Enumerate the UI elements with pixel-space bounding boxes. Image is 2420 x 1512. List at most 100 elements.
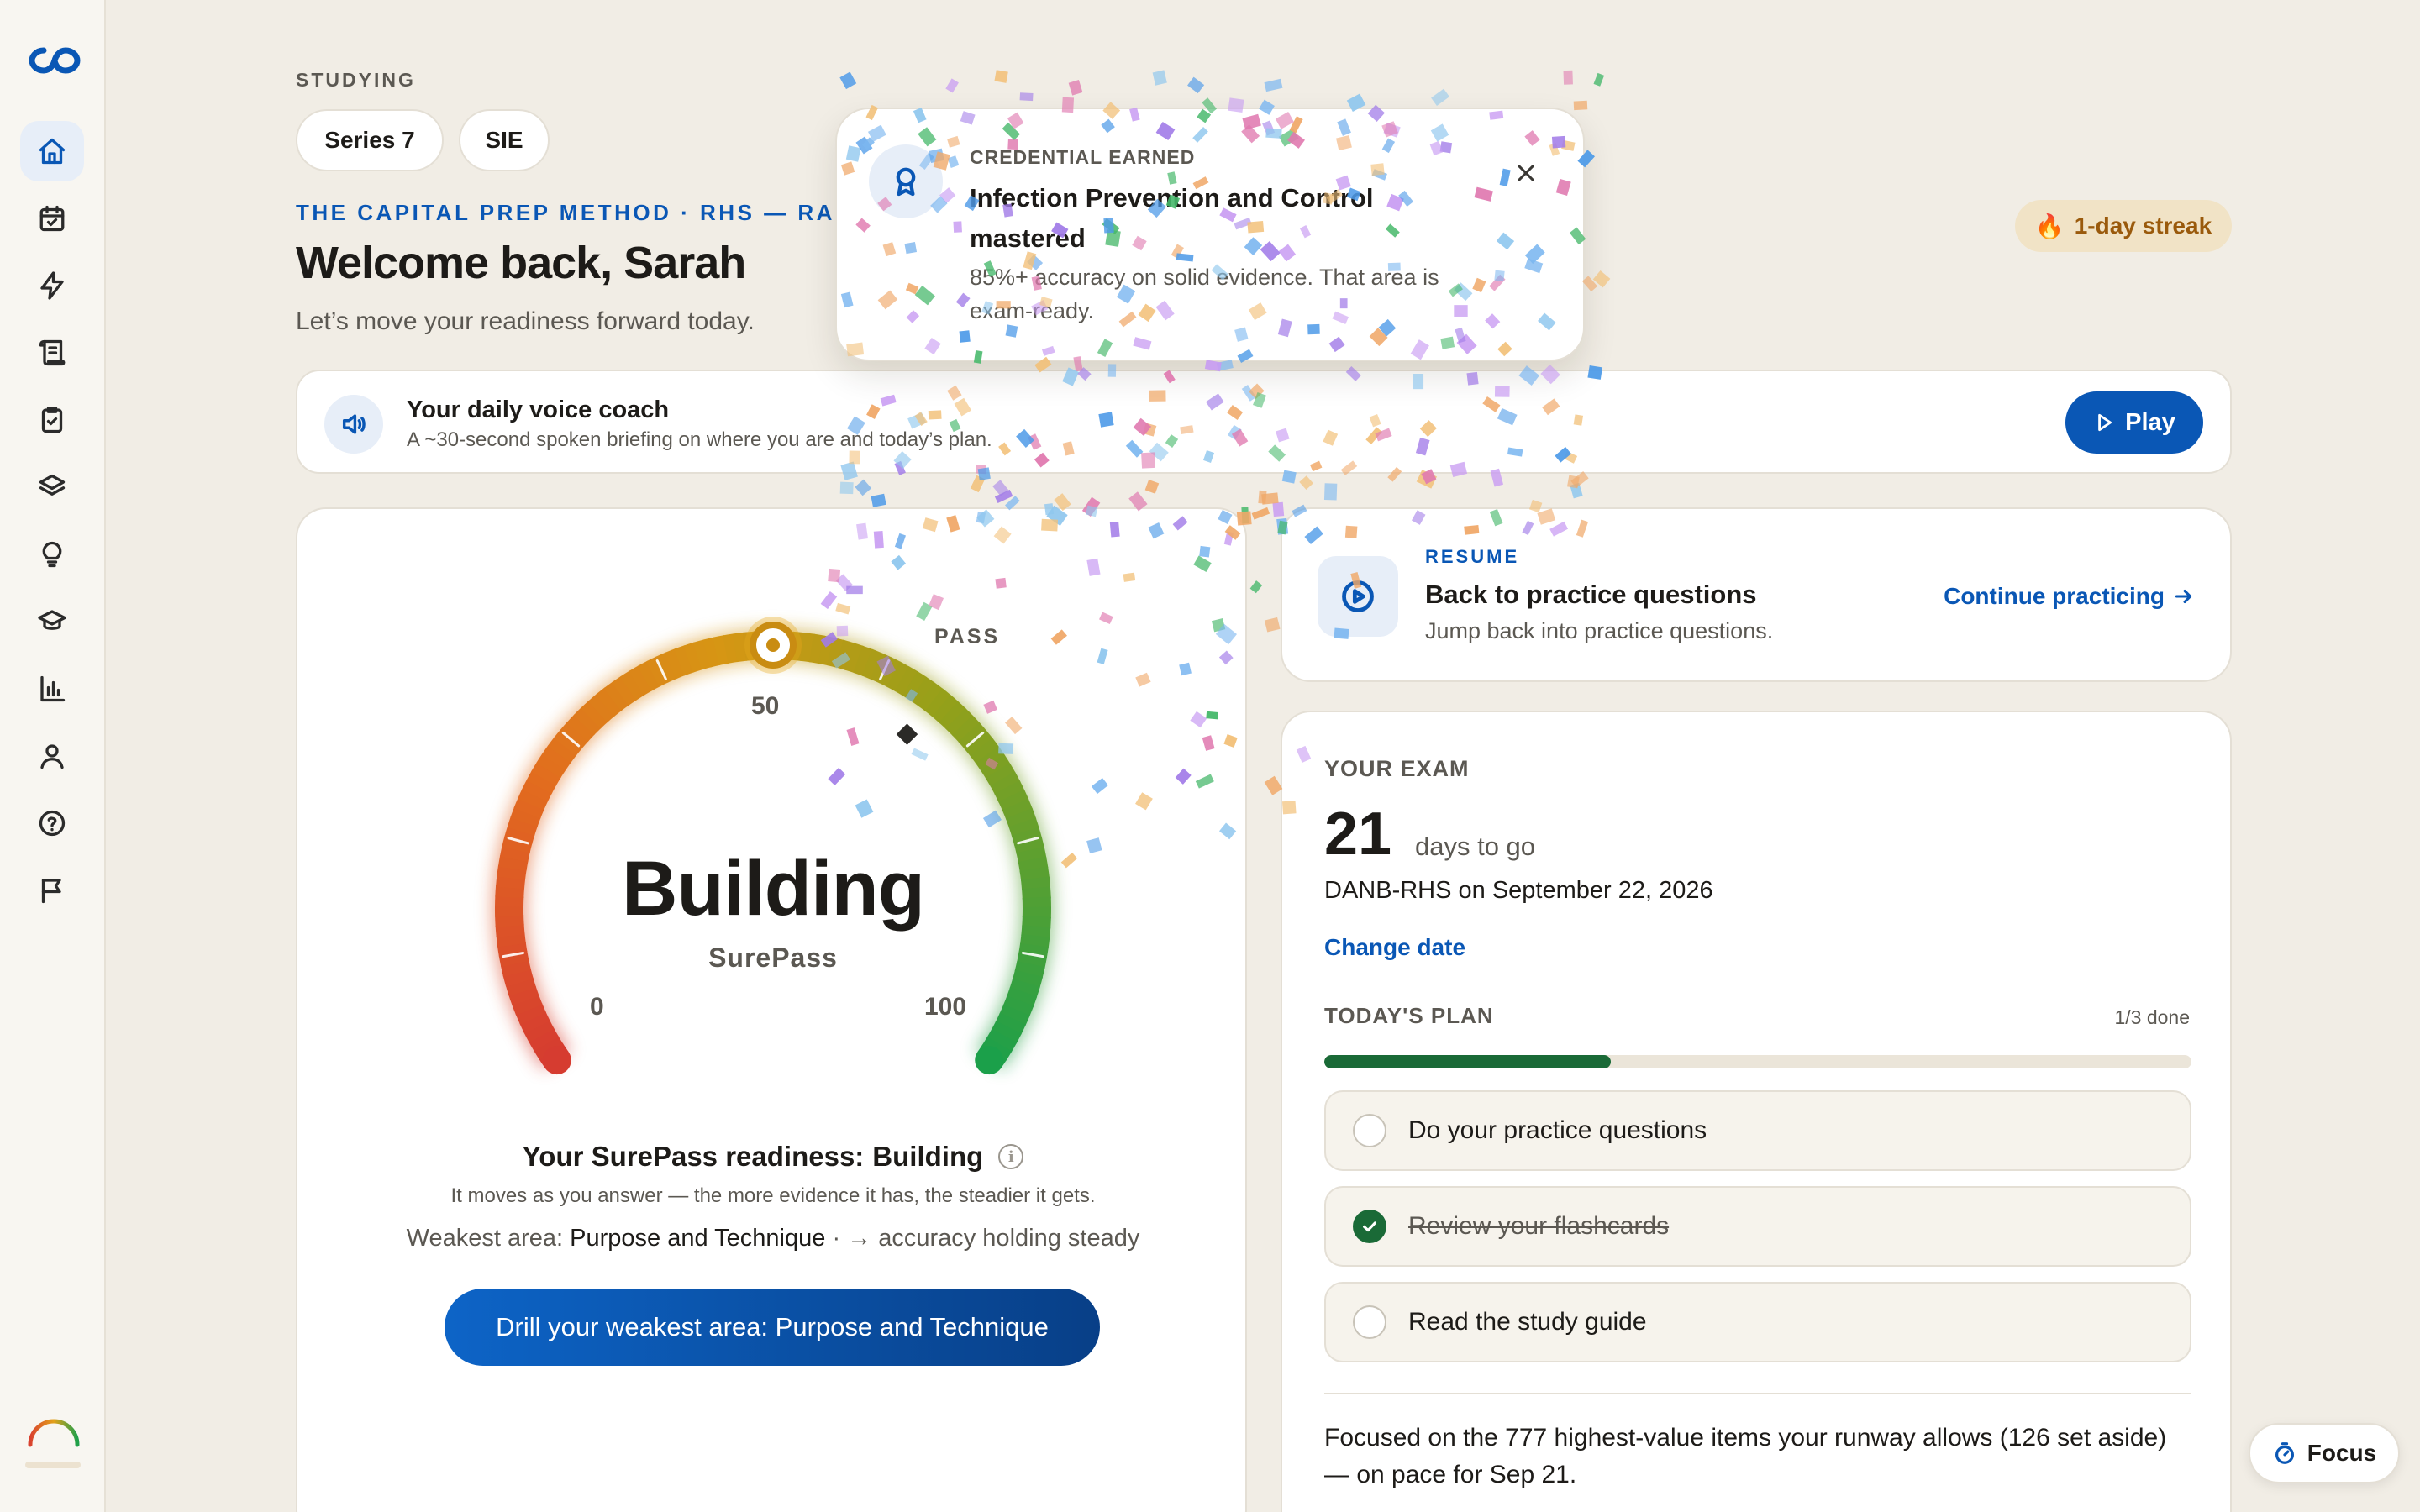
change-date-link[interactable]: Change date [1324,934,1465,961]
resume-title: Back to practice questions [1425,580,1757,609]
gauge-arc-segment [932,694,960,724]
user-icon [40,744,64,769]
gauge-arc-segment [683,642,703,673]
play-label: Play [2125,408,2175,436]
play-circle-icon [1318,556,1398,637]
streak-label: 1-day streak [2074,213,2212,239]
gauge-arc-segment [665,648,686,680]
gauge-arc-segment [990,771,1021,795]
gauge-arc-segment [518,788,549,811]
gauge-arc-segment [581,700,608,729]
plan-progress-bar [1324,1055,2191,1068]
gauge-arc-segment [505,977,537,997]
gauge-mid-label: 50 [751,692,780,720]
readiness-hint: It moves as you answer — the more eviden… [450,1184,1096,1207]
graduation-cap-icon [38,610,66,630]
drill-weakest-area-button[interactable]: Drill your weakest area: Purpose and Tec… [445,1289,1100,1366]
confetti-piece [1264,617,1281,633]
confetti-piece [994,70,1008,83]
gauge-max-label: 100 [924,993,967,1021]
gauge-arc-segment [986,1028,1018,1053]
resume-card[interactable]: RESUME Back to practice questions Jump b… [1281,507,2232,682]
play-icon [2098,413,2112,432]
sidebar-item-study-guide[interactable] [20,323,84,383]
plan-task[interactable]: Do your practice questions [1324,1090,2191,1171]
gauge-arc-segment [1012,969,1043,989]
gauge-arc-segment [980,754,1011,780]
streak-badge: 🔥 1-day streak [2015,200,2232,252]
confetti-piece [1272,501,1285,517]
sidebar-item-tips[interactable] [20,524,84,585]
focus-button[interactable]: Focus [2249,1423,2400,1483]
gauge-arc-segment [508,985,539,1006]
exam-card: YOUR EXAM 21 days to go DANB-RHS on Sept… [1281,711,2232,1512]
task-label: Do your practice questions [1408,1116,1707,1144]
gauge-arc-segment [985,763,1016,787]
plan-task[interactable]: Read the study guide [1324,1282,2191,1362]
resume-description: Jump back into practice questions. [1425,618,1774,643]
app-logo[interactable] [29,44,81,77]
sidebar-item-courses[interactable] [20,591,84,652]
sidebar-item-help[interactable] [20,793,84,853]
sidebar-item-analytics[interactable] [20,659,84,719]
confetti-piece [1573,100,1588,111]
focus-label: Focus [2307,1440,2377,1466]
continue-practicing-link[interactable]: Continue practicing [1944,583,2195,610]
gauge-arc-segment [541,744,572,771]
task-checkbox-checked[interactable] [1353,1210,1386,1243]
confetti-piece [1592,270,1611,288]
gauge-arc-segment [502,969,534,987]
exam-pill-sie[interactable]: SIE [459,109,550,171]
gauge-arc-segment [999,1004,1030,1026]
continue-practicing-label: Continue practicing [1944,583,2165,609]
task-checkbox[interactable] [1353,1305,1386,1339]
exam-date: DANB-RHS on September 22, 2026 [1324,877,1713,904]
plan-progress-fill [1324,1055,1611,1068]
voice-coach-description: A ~30-second spoken briefing on where yo… [407,428,992,451]
confetti-piece [871,493,886,507]
voice-coach-title: Your daily voice coach [407,396,670,423]
gauge-arc-segment [902,671,928,701]
gauge-arc-segment [939,701,967,730]
confetti-piece [1152,70,1167,86]
gauge-arc-segment [702,637,721,668]
scroll-icon [39,339,66,366]
gauge-arc-segment [528,1027,560,1052]
gauge-arc-segment [995,1012,1026,1036]
weakest-area-line: Weakest area: Purpose and Technique · → … [297,1225,1249,1252]
readiness-headline: Your SurePass readiness: Building i [297,1141,1249,1173]
task-checkbox[interactable] [1353,1114,1386,1147]
confetti-piece [992,480,1009,496]
gauge-arc-segment [526,770,557,794]
sidebar-item-quick[interactable] [20,255,84,316]
plan-task[interactable]: Review your flashcards [1324,1186,2191,1267]
confetti-piece [1299,475,1313,490]
resume-eyebrow: RESUME [1425,546,1520,567]
gauge-knob-center [766,638,780,652]
exam-pill-series-7[interactable]: Series 7 [296,109,444,171]
close-button[interactable] [1509,156,1543,190]
gauge-arc-segment [827,637,845,669]
sidebar-item-profile[interactable] [20,726,84,786]
sidebar-item-flashcards[interactable] [20,457,84,517]
credential-toast: CREDENTIAL EARNED Infection Prevention a… [835,108,1585,361]
lightning-icon [40,271,64,300]
gauge-arc-segment [723,633,739,664]
play-button[interactable]: Play [2065,391,2203,454]
confetti-piece [1019,92,1034,102]
weakest-area-prefix: Weakest area: [406,1225,564,1252]
sidebar-item-practice[interactable] [20,390,84,450]
flame-icon: 🔥 [2034,213,2065,239]
sidebar-item-calendar[interactable] [20,188,84,249]
gauge-arc-segment [587,693,616,723]
sidebar-item-report[interactable] [20,860,84,921]
confetti-piece [1563,70,1573,85]
confetti-piece [1264,78,1283,92]
gauge-arc-segment [964,730,994,757]
confetti-piece [1431,88,1450,106]
sidebar-item-home[interactable] [20,121,84,181]
info-icon[interactable]: i [998,1144,1024,1169]
readiness-card: Building SurePass 0 50 100 PASS Your Sur… [296,507,1247,1512]
mini-readiness-gauge-icon[interactable] [24,1404,84,1450]
exam-eyebrow: YOUR EXAM [1324,756,1470,781]
